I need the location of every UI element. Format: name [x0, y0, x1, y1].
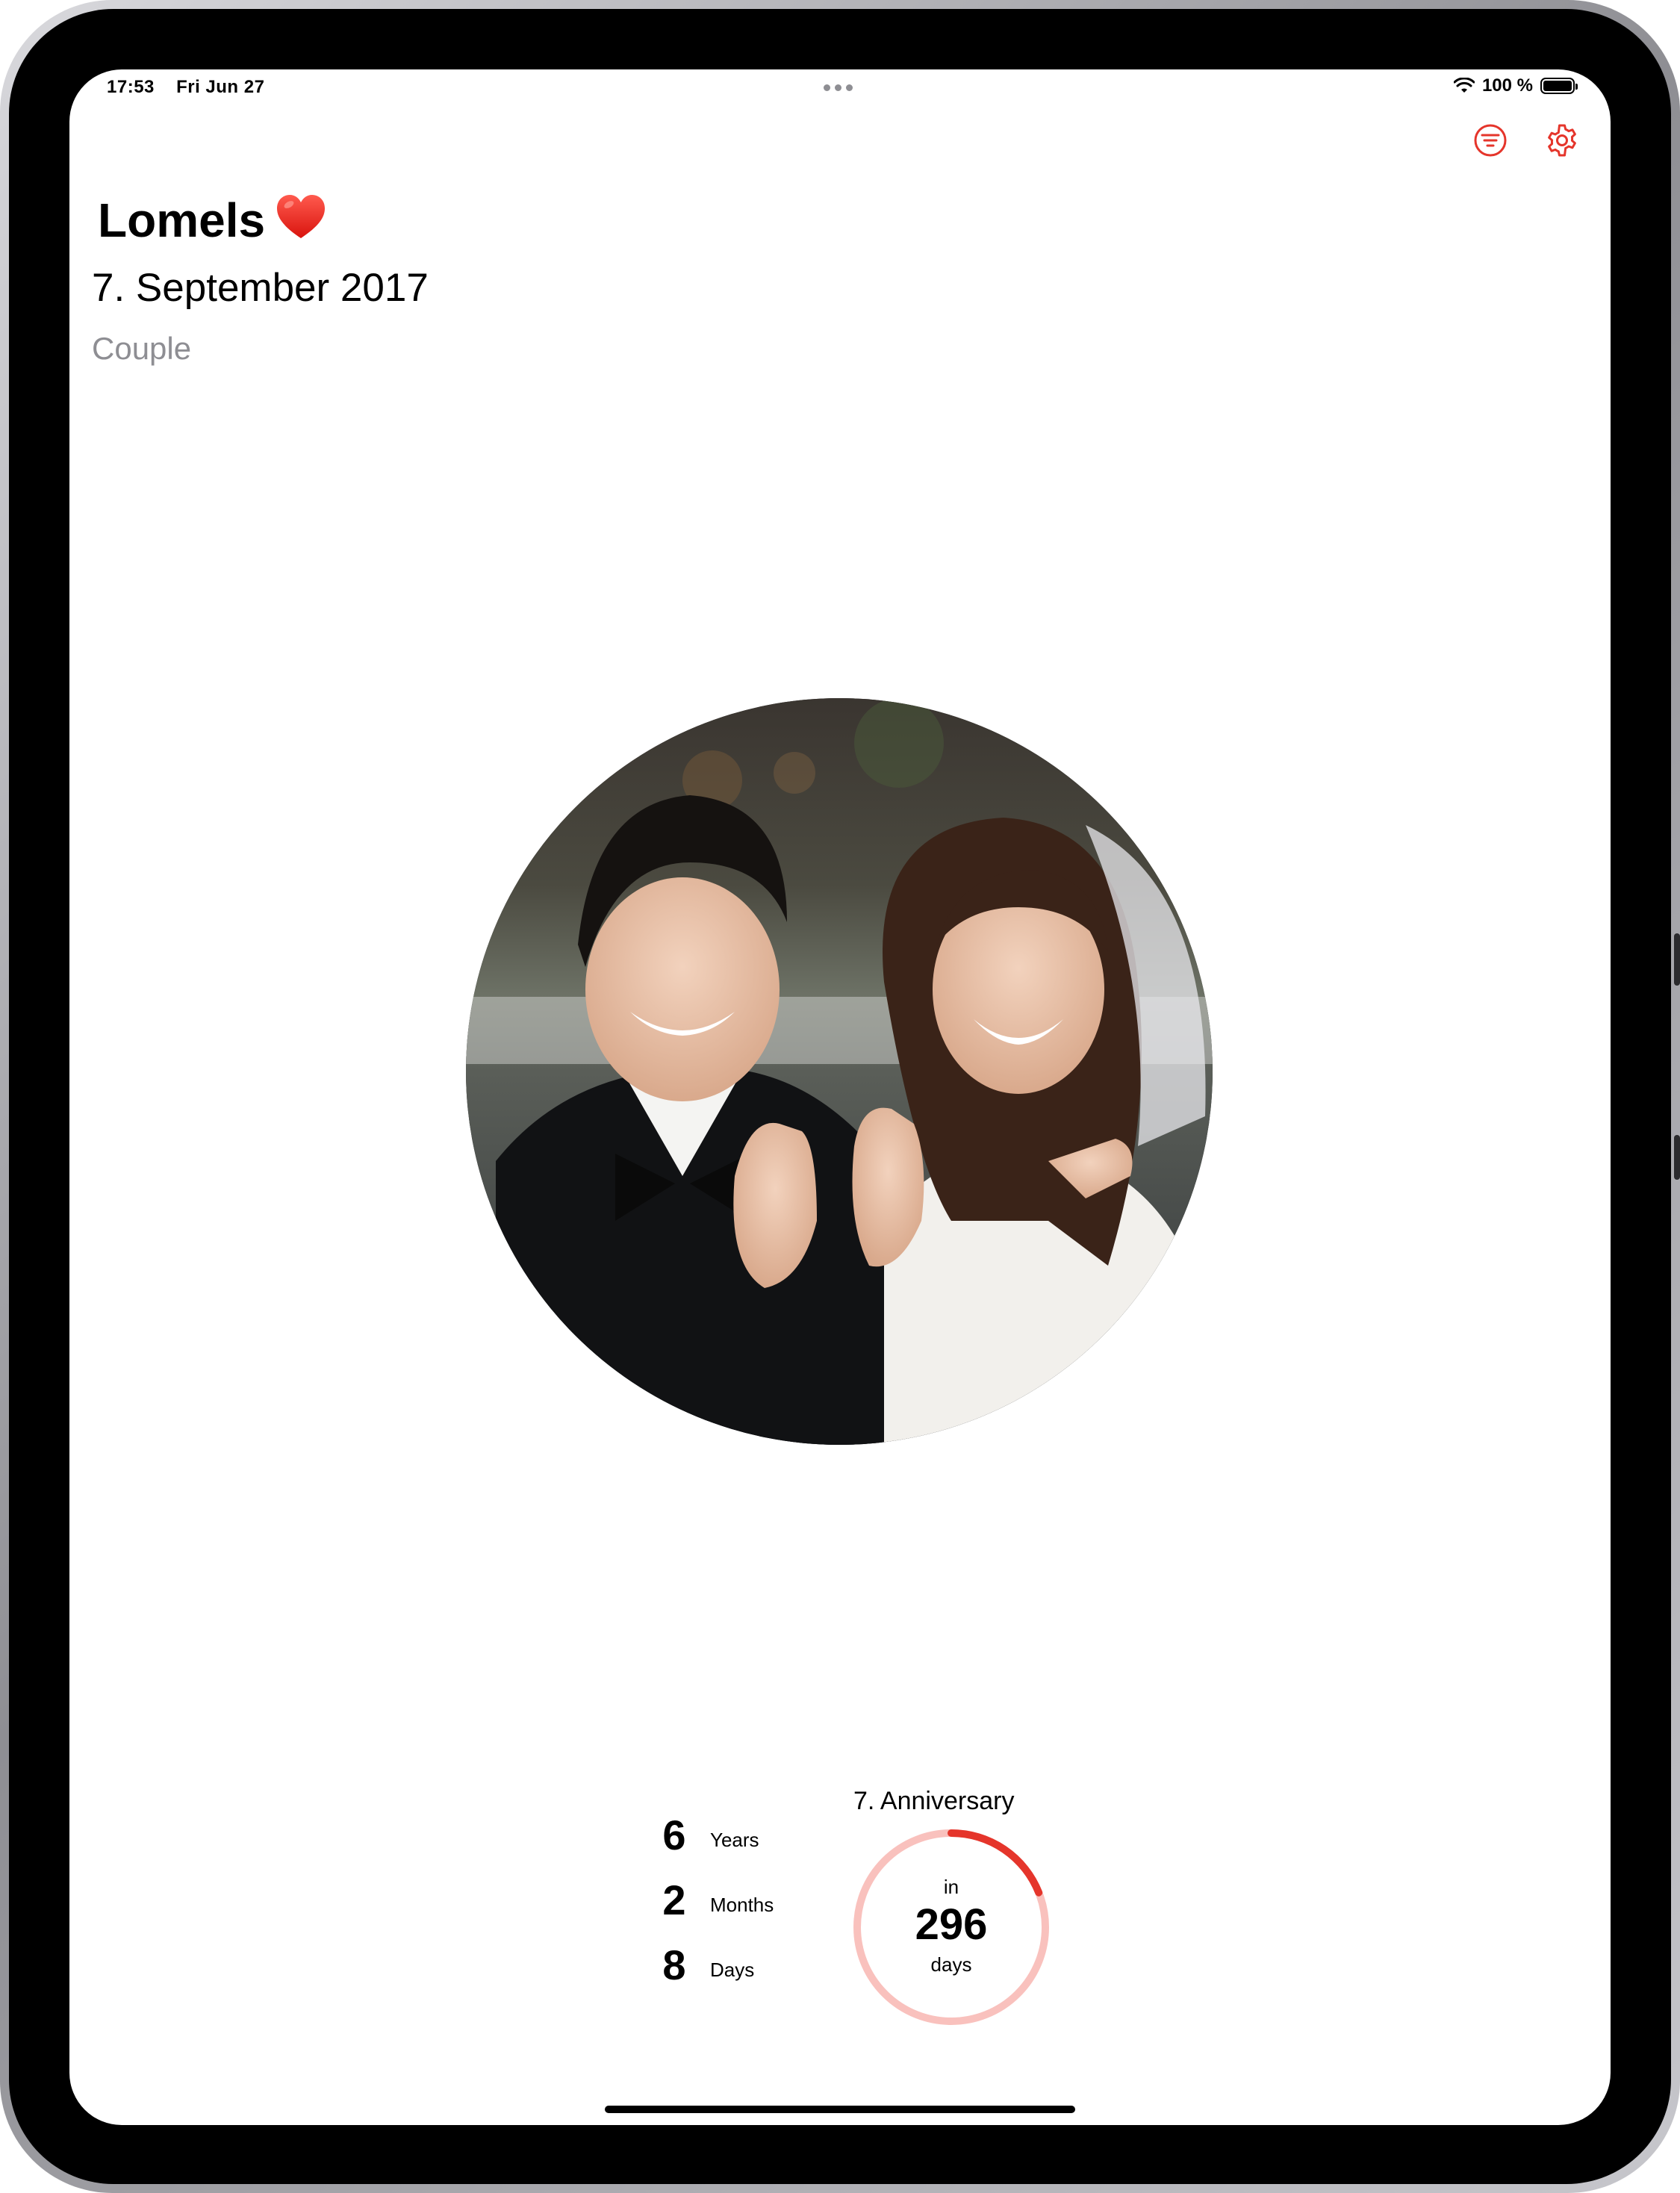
days-label: Days [710, 1959, 755, 1981]
app-screen: 17:53 Fri Jun 27 100 % Lomels 7. Septemb… [69, 69, 1611, 2125]
countdown-prefix: in [943, 1876, 959, 1898]
battery-icon [1540, 78, 1578, 94]
status-date: Fri Jun 27 [176, 77, 265, 97]
event-title-text: Lomels [98, 193, 266, 247]
years-label: Years [710, 1829, 759, 1851]
event-date: 7. September 2017 [92, 266, 429, 310]
status-time: 17:53 [107, 77, 155, 97]
gear-icon [1548, 124, 1576, 157]
event-category: Couple [92, 331, 192, 366]
wifi-icon [1453, 78, 1475, 93]
elapsed-days: 8 Days [652, 1941, 816, 2000]
couple-photo[interactable] [466, 698, 1213, 1445]
elapsed-months: 2 Months [652, 1876, 816, 1935]
settings-button[interactable] [1542, 120, 1582, 161]
side-button [1674, 1135, 1680, 1180]
multitasking-dots-icon[interactable] [824, 84, 853, 91]
years-value: 6 [662, 1811, 686, 1858]
red-heart-icon [276, 193, 326, 252]
home-indicator[interactable] [605, 2106, 1075, 2113]
ipad-frame: 17:53 Fri Jun 27 100 % Lomels 7. Septemb… [0, 0, 1680, 2193]
elapsed-years: 6 Years [652, 1811, 816, 1870]
countdown-days-value: 296 [915, 1900, 988, 1949]
anniversary-countdown: in 296 days [850, 1826, 1052, 2028]
anniversary-title: 7. Anniversary [853, 1787, 1015, 1815]
filter-button[interactable] [1470, 120, 1511, 161]
days-value: 8 [662, 1941, 686, 1988]
months-value: 2 [662, 1876, 686, 1923]
status-bar-right: 100 % [1453, 75, 1578, 96]
countdown-suffix: days [930, 1953, 972, 1976]
side-button [1674, 933, 1680, 986]
status-bar-left: 17:53 Fri Jun 27 [107, 77, 281, 98]
battery-percentage: 100 % [1481, 75, 1533, 96]
months-label: Months [710, 1894, 774, 1916]
couple-photo-image [466, 698, 1213, 1445]
event-title: Lomels [98, 193, 326, 252]
filter-lines-circle-icon [1474, 124, 1507, 157]
